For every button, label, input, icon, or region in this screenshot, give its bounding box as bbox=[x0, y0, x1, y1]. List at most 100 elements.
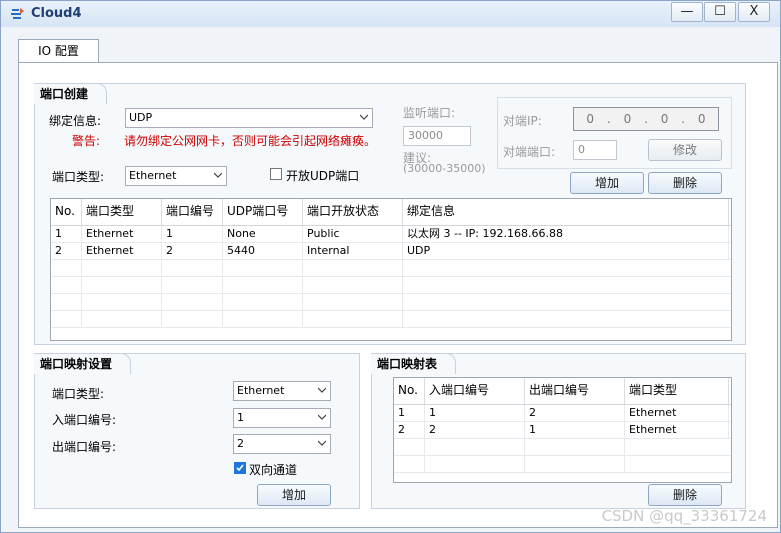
col-header[interactable]: No. bbox=[394, 378, 425, 404]
tab-io-config-label: IO 配置 bbox=[38, 44, 79, 58]
table-cell: Ethernet bbox=[82, 243, 162, 259]
io-config-panel: 端口创建 绑定信息: UDP 警告: 请勿绑定公网网卡，否则可能会引起网络瘫痪。… bbox=[18, 62, 778, 528]
table-row[interactable]: 2 2 1 Ethernet bbox=[394, 422, 731, 439]
listen-port-value: 30000 bbox=[408, 129, 443, 142]
watermark: CSDN @qq_33361724 bbox=[601, 507, 767, 525]
chevron-down-icon bbox=[214, 172, 222, 178]
table-cell: 2 bbox=[51, 243, 82, 259]
peer-port-label: 对端端口: bbox=[503, 145, 556, 159]
table-row-empty bbox=[51, 277, 731, 294]
map-type-select[interactable]: Ethernet bbox=[233, 381, 331, 401]
table-cell: Ethernet bbox=[82, 226, 162, 242]
delete-mapping-button[interactable]: 删除 bbox=[648, 484, 722, 506]
port-table: No. 端口类型 端口编号 UDP端口号 端口开放状态 绑定信息 1 Ether… bbox=[50, 198, 732, 341]
col-header[interactable]: 入端口编号 bbox=[425, 378, 525, 404]
col-header[interactable]: UDP端口号 bbox=[223, 199, 303, 225]
in-port-value: 1 bbox=[237, 411, 244, 424]
out-port-value: 2 bbox=[237, 437, 244, 450]
table-cell: Ethernet bbox=[625, 422, 729, 438]
open-udp-checkbox[interactable] bbox=[270, 168, 282, 180]
col-header[interactable]: 端口开放状态 bbox=[303, 199, 403, 225]
table-cell: 1 bbox=[394, 405, 425, 421]
peer-ip-dot: . bbox=[606, 112, 611, 126]
cloud-window: Cloud4 — ☐ X IO 配置 端口创建 绑定信息: UDP 警告: 请勿… bbox=[0, 0, 781, 533]
port-table-header: No. 端口类型 端口编号 UDP端口号 端口开放状态 绑定信息 bbox=[51, 199, 731, 226]
chevron-down-icon bbox=[318, 414, 326, 420]
peer-port-input[interactable]: 0 bbox=[573, 140, 617, 160]
maximize-button[interactable]: ☐ bbox=[704, 2, 736, 22]
table-cell: 2 bbox=[525, 405, 625, 421]
table-cell: 1 bbox=[162, 226, 223, 242]
port-map-table-header: No. 入端口编号 出端口编号 端口类型 bbox=[394, 378, 731, 405]
port-create-group: 端口创建 绑定信息: UDP 警告: 请勿绑定公网网卡，否则可能会引起网络瘫痪。… bbox=[34, 83, 746, 345]
peer-settings-box: 对端IP: 0 . 0 . 0 . 0 对端端口: 0 修改 bbox=[497, 97, 732, 169]
bind-info-select[interactable]: UDP bbox=[125, 108, 373, 128]
table-cell: None bbox=[223, 226, 303, 242]
chevron-down-icon bbox=[318, 440, 326, 446]
port-map-table-title: 端口映射表 bbox=[371, 353, 457, 374]
suggest-range: (30000-35000) bbox=[403, 162, 486, 175]
tab-io-config[interactable]: IO 配置 bbox=[18, 39, 99, 63]
warning-label: 警告: bbox=[72, 134, 101, 148]
table-row[interactable]: 1 Ethernet 1 None Public 以太网 3 -- IP: 19… bbox=[51, 226, 731, 243]
port-type-select[interactable]: Ethernet bbox=[125, 166, 227, 186]
table-row-empty bbox=[394, 439, 731, 456]
col-header[interactable]: No. bbox=[51, 199, 82, 225]
peer-ip-octet: 0 bbox=[660, 112, 669, 126]
cloud-app-icon bbox=[11, 8, 24, 19]
table-cell: 1 bbox=[425, 405, 525, 421]
chevron-down-icon bbox=[318, 387, 326, 393]
table-cell: 1 bbox=[51, 226, 82, 242]
table-cell: Ethernet bbox=[625, 405, 729, 421]
table-row-empty bbox=[51, 260, 731, 277]
table-cell: 5440 bbox=[223, 243, 303, 259]
peer-ip-dot: . bbox=[644, 112, 648, 126]
out-port-select[interactable]: 2 bbox=[233, 434, 331, 454]
col-header[interactable]: 端口类型 bbox=[82, 199, 162, 225]
table-row-empty bbox=[51, 311, 731, 328]
window-title: Cloud4 bbox=[31, 6, 82, 21]
delete-mapping-button-label: 删除 bbox=[672, 488, 697, 502]
port-map-settings-group: 端口映射设置 端口类型: Ethernet 入端口编号: 1 出端口编号: 2 … bbox=[34, 353, 360, 509]
col-header[interactable]: 端口类型 bbox=[625, 378, 729, 404]
modify-button[interactable]: 修改 bbox=[648, 139, 722, 161]
delete-port-button[interactable]: 删除 bbox=[648, 172, 722, 194]
bind-info-value: UDP bbox=[129, 111, 153, 124]
chevron-down-icon bbox=[360, 114, 368, 120]
table-cell: 2 bbox=[425, 422, 525, 438]
close-icon: X bbox=[749, 4, 759, 19]
bidirectional-checkbox[interactable] bbox=[234, 462, 246, 474]
table-row[interactable]: 2 Ethernet 2 5440 Internal UDP bbox=[51, 243, 731, 260]
port-create-title: 端口创建 bbox=[34, 83, 108, 104]
add-mapping-button-label: 增加 bbox=[281, 488, 306, 502]
map-type-label: 端口类型: bbox=[52, 387, 105, 401]
in-port-select[interactable]: 1 bbox=[233, 408, 331, 428]
minimize-button[interactable]: — bbox=[671, 2, 703, 22]
out-port-label: 出端口编号: bbox=[52, 440, 117, 454]
add-mapping-button[interactable]: 增加 bbox=[257, 484, 331, 506]
in-port-label: 入端口编号: bbox=[52, 413, 117, 427]
table-row[interactable]: 1 1 2 Ethernet bbox=[394, 405, 731, 422]
col-header[interactable]: 出端口编号 bbox=[525, 378, 625, 404]
peer-port-value: 0 bbox=[578, 143, 585, 156]
table-row-empty bbox=[51, 294, 731, 311]
add-port-button[interactable]: 增加 bbox=[570, 172, 644, 194]
warning-text: 请勿绑定公网网卡，否则可能会引起网络瘫痪。 bbox=[124, 134, 377, 148]
peer-ip-octet: 0 bbox=[697, 112, 706, 126]
peer-ip-octet: 0 bbox=[586, 112, 595, 126]
table-cell: 1 bbox=[525, 422, 625, 438]
map-type-value: Ethernet bbox=[237, 384, 285, 397]
table-cell: Internal bbox=[303, 243, 403, 259]
peer-ip-input[interactable]: 0 . 0 . 0 . 0 bbox=[573, 107, 719, 131]
col-header[interactable]: 端口编号 bbox=[162, 199, 223, 225]
peer-ip-dot: . bbox=[681, 112, 686, 126]
table-cell: 2 bbox=[394, 422, 425, 438]
listen-port-input[interactable]: 30000 bbox=[403, 126, 471, 146]
peer-ip-label: 对端IP: bbox=[503, 114, 542, 128]
table-row-empty bbox=[394, 456, 731, 473]
port-map-settings-title: 端口映射设置 bbox=[34, 353, 132, 374]
table-cell: 以太网 3 -- IP: 192.168.66.88 bbox=[403, 226, 729, 242]
col-header[interactable]: 绑定信息 bbox=[403, 199, 729, 225]
close-button[interactable]: X bbox=[738, 2, 770, 22]
port-map-table: No. 入端口编号 出端口编号 端口类型 1 1 2 Ethernet 2 2 … bbox=[393, 377, 732, 483]
